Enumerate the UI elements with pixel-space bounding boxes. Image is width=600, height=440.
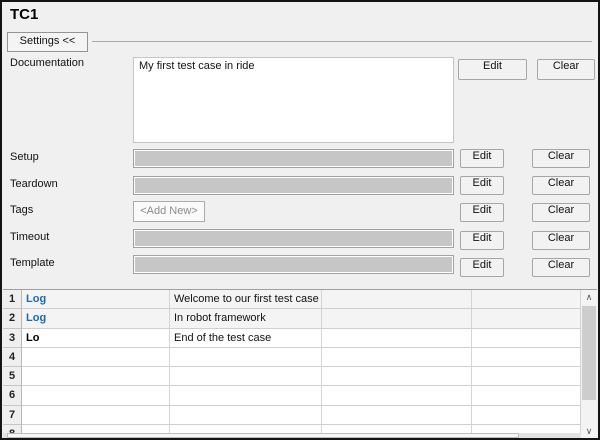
teardown-clear-button[interactable]: Clear xyxy=(532,176,590,195)
grid-row: 2 Log In robot framework xyxy=(3,309,581,328)
argument-cell[interactable] xyxy=(472,290,581,309)
setup-clear-button[interactable]: Clear xyxy=(532,149,590,168)
argument-cell[interactable] xyxy=(170,367,322,386)
template-field[interactable] xyxy=(133,255,454,274)
argument-cell[interactable] xyxy=(472,367,581,386)
row-number[interactable]: 4 xyxy=(3,348,22,367)
vertical-scrollbar[interactable]: ∧ ∨ xyxy=(581,290,597,438)
keyword-cell[interactable]: Lo xyxy=(22,329,170,348)
horizontal-scrollbar[interactable] xyxy=(3,433,581,438)
template-edit-button[interactable]: Edit xyxy=(460,258,504,277)
argument-cell[interactable] xyxy=(322,386,472,405)
row-number[interactable]: 2 xyxy=(3,309,22,328)
keyword-cell[interactable] xyxy=(22,348,170,367)
test-case-editor-window: TC1 Settings << Documentation My first t… xyxy=(0,0,600,440)
vertical-scroll-thumb[interactable] xyxy=(582,306,596,400)
argument-cell[interactable] xyxy=(170,406,322,425)
keyword-cell[interactable]: Log xyxy=(22,309,170,328)
grid-row: 7 xyxy=(3,406,581,425)
argument-cell[interactable] xyxy=(472,329,581,348)
argument-cell[interactable] xyxy=(322,329,472,348)
grid-row: 1 Log Welcome to our first test case xyxy=(3,290,581,309)
timeout-field[interactable] xyxy=(133,229,454,248)
horizontal-scroll-thumb[interactable] xyxy=(7,433,519,438)
argument-cell[interactable]: Welcome to our first test case xyxy=(170,290,322,309)
argument-cell[interactable] xyxy=(472,406,581,425)
grid-row: 4 xyxy=(3,348,581,367)
row-number[interactable]: 6 xyxy=(3,386,22,405)
scroll-up-icon[interactable]: ∧ xyxy=(581,290,597,305)
setup-field[interactable] xyxy=(133,149,454,168)
teardown-edit-button[interactable]: Edit xyxy=(460,176,504,195)
timeout-label: Timeout xyxy=(10,231,49,243)
grid-row: 6 xyxy=(3,386,581,405)
setup-label: Setup xyxy=(10,151,39,163)
keyword-cell[interactable] xyxy=(22,367,170,386)
settings-separator xyxy=(92,41,592,42)
argument-cell[interactable]: In robot framework xyxy=(170,309,322,328)
argument-cell[interactable] xyxy=(322,348,472,367)
grid-row: 5 xyxy=(3,367,581,386)
row-number[interactable]: 5 xyxy=(3,367,22,386)
argument-cell[interactable]: End of the test case xyxy=(170,329,322,348)
keyword-cell[interactable]: Log xyxy=(22,290,170,309)
settings-toggle-button[interactable]: Settings << xyxy=(7,32,88,52)
documentation-label: Documentation xyxy=(10,57,84,69)
scroll-down-icon[interactable]: ∨ xyxy=(581,424,597,438)
setup-edit-button[interactable]: Edit xyxy=(460,149,504,168)
argument-cell[interactable] xyxy=(472,386,581,405)
argument-cell[interactable] xyxy=(472,309,581,328)
grid-row: 3 Lo End of the test case xyxy=(3,329,581,348)
argument-cell[interactable] xyxy=(472,348,581,367)
teardown-label: Teardown xyxy=(10,178,58,190)
template-label: Template xyxy=(10,257,55,269)
keyword-grid: 1 Log Welcome to our first test case 2 L… xyxy=(3,289,597,438)
keyword-cell[interactable] xyxy=(22,406,170,425)
teardown-field[interactable] xyxy=(133,176,454,195)
timeout-edit-button[interactable]: Edit xyxy=(460,231,504,250)
documentation-edit-button[interactable]: Edit xyxy=(458,59,527,80)
keyword-cell[interactable] xyxy=(22,386,170,405)
template-clear-button[interactable]: Clear xyxy=(532,258,590,277)
row-number[interactable]: 1 xyxy=(3,290,22,309)
argument-cell[interactable] xyxy=(322,367,472,386)
tags-clear-button[interactable]: Clear xyxy=(532,203,590,222)
argument-cell[interactable] xyxy=(170,348,322,367)
argument-cell[interactable] xyxy=(170,386,322,405)
tags-label: Tags xyxy=(10,204,33,216)
argument-cell[interactable] xyxy=(322,309,472,328)
argument-cell[interactable] xyxy=(322,290,472,309)
documentation-clear-button[interactable]: Clear xyxy=(537,59,595,80)
timeout-clear-button[interactable]: Clear xyxy=(532,231,590,250)
documentation-textarea[interactable]: My first test case in ride xyxy=(133,57,454,143)
tags-edit-button[interactable]: Edit xyxy=(460,203,504,222)
tags-add-new-field[interactable]: <Add New> xyxy=(133,201,205,222)
argument-cell[interactable] xyxy=(322,406,472,425)
row-number[interactable]: 7 xyxy=(3,406,22,425)
page-title: TC1 xyxy=(10,6,38,23)
row-number[interactable]: 3 xyxy=(3,329,22,348)
